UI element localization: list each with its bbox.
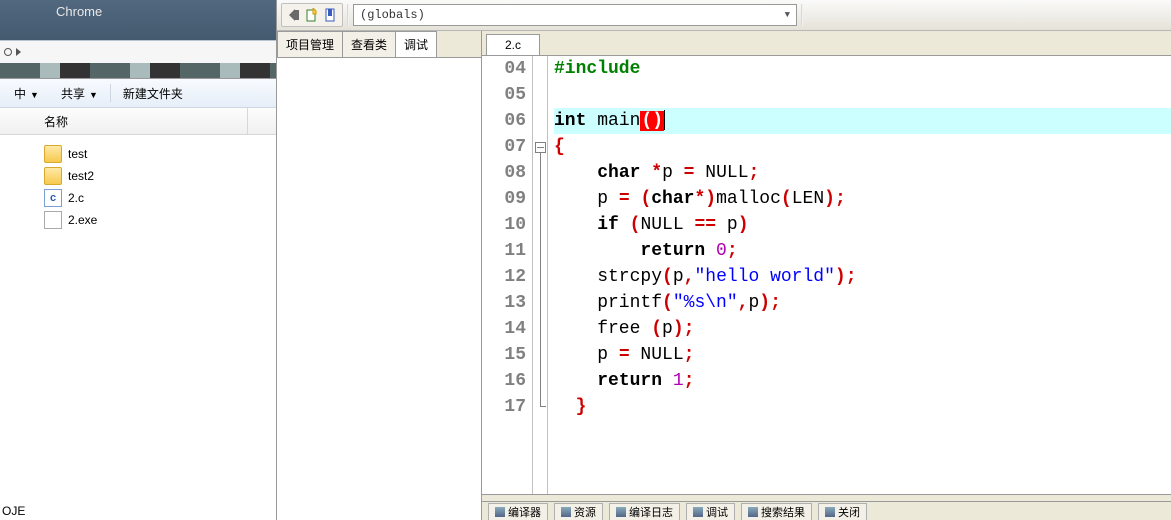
file-name: 2.exe <box>68 213 97 227</box>
tab-icon <box>748 507 758 517</box>
side-tab[interactable]: 查看类 <box>342 31 396 57</box>
chrome-label: Chrome <box>0 0 276 19</box>
folder-icon <box>44 145 62 163</box>
code-text[interactable]: #include int main(){ char *p = NULL; p =… <box>548 56 1171 494</box>
tab-icon <box>693 507 703 517</box>
bottom-tab[interactable]: 资源 <box>554 503 603 520</box>
file-item[interactable]: 2.exe <box>44 209 276 231</box>
new-icon[interactable] <box>304 7 320 23</box>
bottom-tab[interactable]: 调试 <box>686 503 735 520</box>
bottom-tab[interactable]: 搜索结果 <box>741 503 812 520</box>
folder-icon <box>44 167 62 185</box>
editor-tab[interactable]: 2.c <box>486 34 540 55</box>
file-name: test <box>68 147 87 161</box>
share-menu[interactable]: 共享▼ <box>51 81 108 106</box>
file-list: test test2 c 2.c 2.exe <box>0 135 276 520</box>
toolbar-group-1 <box>281 3 343 27</box>
back-icon[interactable] <box>286 7 302 23</box>
bookmark-icon[interactable] <box>322 7 338 23</box>
toolbar-separator <box>347 4 349 26</box>
side-panel-tabs: 项目管理查看类调试 <box>277 31 481 58</box>
explorer-panel: Chrome 中▼ 共享▼ 新建文件夹 名称 test test2 c 2.c 2.ex… <box>0 0 277 520</box>
corner-text: OJE <box>2 504 25 518</box>
bottom-tab[interactable]: 编译日志 <box>609 503 680 520</box>
fold-gutter <box>533 56 548 494</box>
tab-icon <box>495 507 505 517</box>
scope-selector[interactable]: (globals)▼ <box>353 4 797 26</box>
bottom-tab[interactable]: 关闭 <box>818 503 867 520</box>
side-tab[interactable]: 调试 <box>395 31 437 57</box>
side-panel-body <box>277 58 481 520</box>
tab-icon <box>825 507 835 517</box>
nav-dot-icon <box>4 48 12 56</box>
tab-icon <box>616 507 626 517</box>
ide-toolbar: (globals)▼ <box>277 0 1171 31</box>
separator <box>110 84 111 102</box>
code-editor: 2.c 0405060708091011121314151617 #includ… <box>482 31 1171 520</box>
horizontal-splitter[interactable] <box>482 494 1171 502</box>
exe-icon <box>44 211 62 229</box>
column-header-name[interactable]: 名称 <box>0 108 276 135</box>
explorer-toolbar: 中▼ 共享▼ 新建文件夹 <box>0 79 276 108</box>
toolbar-separator <box>801 4 803 26</box>
explorer-address-bar[interactable] <box>0 40 276 63</box>
editor-tabstrip: 2.c <box>482 31 1171 56</box>
new-folder-button[interactable]: 新建文件夹 <box>113 81 193 106</box>
bottom-tab[interactable]: 编译器 <box>488 503 548 520</box>
cfile-icon: c <box>44 189 62 207</box>
file-name: 2.c <box>68 191 84 205</box>
code-area[interactable]: 0405060708091011121314151617 #include in… <box>482 56 1171 494</box>
file-item[interactable]: test <box>44 143 276 165</box>
thumbnail-strip <box>0 63 276 79</box>
file-item[interactable]: test2 <box>44 165 276 187</box>
line-number-gutter: 0405060708091011121314151617 <box>482 56 533 494</box>
bottom-tabstrip: 编译器资源编译日志调试搜索结果关闭 <box>482 502 1171 520</box>
side-tab[interactable]: 项目管理 <box>277 31 343 57</box>
ide-side-panel: 项目管理查看类调试 <box>277 31 482 520</box>
aero-titlebar: Chrome <box>0 0 276 63</box>
include-menu[interactable]: 中▼ <box>4 81 49 106</box>
chevron-right-icon <box>16 48 21 56</box>
tab-icon <box>561 507 571 517</box>
file-item[interactable]: c 2.c <box>44 187 276 209</box>
ide-panel: (globals)▼ 项目管理查看类调试 2.c 040506070809101… <box>277 0 1171 520</box>
file-name: test2 <box>68 169 94 183</box>
